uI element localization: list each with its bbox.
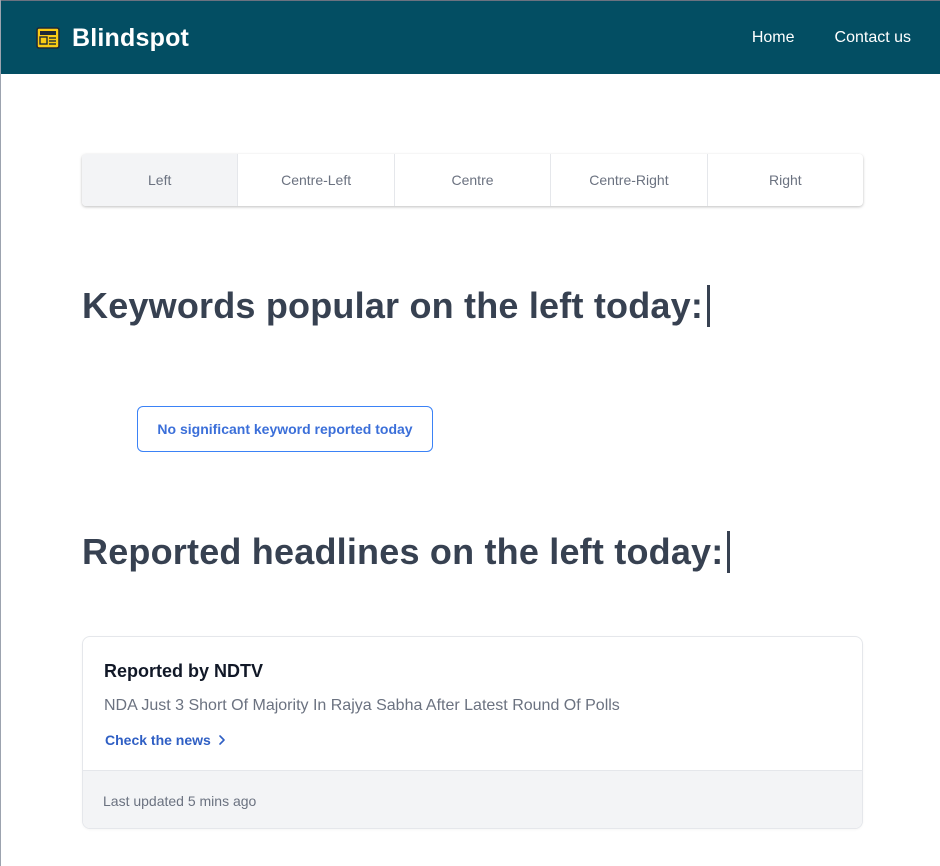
brand-name: Blindspot [72, 23, 190, 52]
typing-cursor [727, 531, 731, 573]
top-navbar: Blindspot Home Contact us [1, 0, 940, 74]
keyword-badge: No significant keyword reported today [137, 406, 433, 452]
card-source-title: Reported by NDTV [104, 661, 264, 681]
last-updated-text: Last updated 5 mins ago [103, 793, 257, 809]
chevron-right-icon [219, 735, 225, 745]
newspaper-icon [36, 27, 60, 49]
nav-link-home[interactable]: Home [752, 27, 795, 49]
headlines-heading: Reported headlines on the left today: [82, 528, 731, 576]
brand-link[interactable]: Blindspot [36, 21, 189, 55]
tab-centre-right[interactable]: Centre-Right [550, 154, 706, 206]
card-headline: NDA Just 3 Short Of Majority In Rajya Sa… [104, 697, 620, 714]
headlines-heading-text: Reported headlines on the left today: [82, 531, 724, 572]
typing-cursor [707, 285, 711, 327]
check-news-label: Check the news [105, 732, 211, 748]
card-footer: Last updated 5 mins ago [83, 770, 862, 828]
tab-left[interactable]: Left [82, 154, 238, 206]
tab-right[interactable]: Right [706, 154, 863, 206]
check-news-link[interactable]: Check the news [105, 732, 227, 748]
bias-tabs: Left Centre-Left Centre Centre-Right Rig… [82, 154, 863, 206]
nav-link-contact[interactable]: Contact us [835, 27, 911, 49]
tab-centre[interactable]: Centre [393, 154, 550, 206]
keywords-heading: Keywords popular on the left today: [82, 282, 711, 330]
tab-centre-left[interactable]: Centre-Left [237, 154, 393, 206]
headline-card: Reported by NDTV NDA Just 3 Short Of Maj… [82, 636, 863, 829]
keywords-heading-text: Keywords popular on the left today: [82, 285, 704, 326]
nav-links: Home Contact us [752, 27, 911, 49]
